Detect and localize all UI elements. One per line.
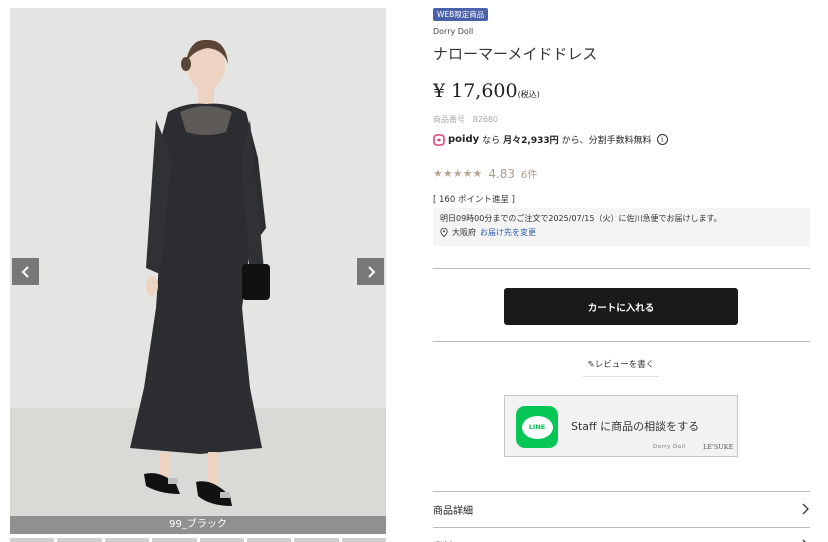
- product-price: ¥ 17,600(税込): [433, 80, 540, 102]
- thumbnail[interactable]: [294, 538, 339, 542]
- poidy-monthly: 月々2,933円: [503, 136, 559, 146]
- points-award: [ 160 ポイント進呈 ]: [433, 195, 515, 205]
- poidy-prefix: なら: [482, 136, 501, 146]
- poidy-logo-text: poidy: [448, 134, 480, 145]
- info-icon[interactable]: i: [656, 134, 668, 145]
- product-title: ナローマーメイドドレス: [433, 45, 598, 63]
- thumbnail[interactable]: [104, 538, 150, 542]
- gallery-next-button[interactable]: [357, 258, 384, 285]
- write-review-label: レビューを書く: [594, 360, 655, 370]
- thumbnail[interactable]: [199, 538, 244, 542]
- product-number-value: 82680: [472, 115, 499, 124]
- delivery-location: 大阪府 お届け先を変更: [440, 227, 803, 238]
- accordion-label: 素材: [433, 538, 453, 542]
- line-logo-text: LINE: [521, 415, 553, 439]
- thumbnail[interactable]: [341, 538, 386, 542]
- thumbnail-strip: [10, 538, 386, 542]
- poidy-logo-icon: [433, 133, 445, 146]
- line-banner-brand2: LE'SUKE: [703, 443, 734, 451]
- poidy-suffix: から、分割手数料無料: [561, 136, 652, 146]
- thumbnail[interactable]: [10, 538, 55, 542]
- chevron-right-icon: [802, 503, 809, 515]
- chevron-right-icon: [367, 265, 375, 278]
- delivery-prefecture: 大阪府: [452, 228, 476, 237]
- location-pin-icon: [440, 228, 448, 237]
- rating-value: 4.83: [488, 166, 516, 181]
- rating-summary[interactable]: ★★★★★ 4.83 6件: [433, 166, 538, 182]
- price-value: ¥ 17,600: [433, 80, 518, 102]
- pencil-icon: ✎: [587, 360, 595, 370]
- divider: [433, 268, 810, 269]
- accordion-product-details[interactable]: 商品詳細: [433, 491, 810, 527]
- poidy-installment: poidy なら 月々2,933円 から、分割手数料無料 i: [433, 133, 668, 146]
- product-image-gallery: 99_ブラック: [10, 8, 386, 534]
- brand-name[interactable]: Dorry Doll: [433, 27, 473, 36]
- add-to-cart-button[interactable]: カートに入れる: [504, 288, 738, 325]
- delivery-message: 明日09時00分までのご注文で2025/07/15（火）に佐川急便でお届けします…: [440, 214, 722, 223]
- rating-count: 6件: [521, 170, 538, 181]
- web-limited-badge: WEB限定商品: [433, 8, 489, 21]
- thumbnail[interactable]: [57, 538, 102, 542]
- product-number-label: 商品番号: [433, 115, 465, 124]
- chevron-left-icon: [21, 265, 29, 278]
- thumbnail[interactable]: [246, 538, 292, 542]
- accordion-material[interactable]: 素材: [433, 527, 810, 542]
- thumbnail[interactable]: [152, 538, 197, 542]
- line-staff-consult-banner[interactable]: LINE Staff に商品の相談をする Dorry Doll LE'SUKE: [504, 395, 738, 457]
- line-banner-brand1: Dorry Doll: [653, 444, 686, 450]
- color-caption: 99_ブラック: [10, 516, 386, 534]
- accordion-label: 商品詳細: [433, 505, 473, 517]
- write-review-link[interactable]: ✎レビューを書く: [583, 358, 659, 377]
- change-address-link[interactable]: お届け先を変更: [480, 227, 536, 238]
- delivery-info: 明日09時00分までのご注文で2025/07/15（火）に佐川急便でお届けします…: [433, 208, 810, 246]
- product-photo: [10, 8, 386, 534]
- rating-stars: ★★★★★: [433, 167, 483, 180]
- gallery-prev-button[interactable]: [12, 258, 39, 285]
- divider: [433, 341, 810, 342]
- line-banner-text: Staff に商品の相談をする: [571, 420, 700, 433]
- line-logo-icon: LINE: [516, 406, 558, 448]
- product-number: 商品番号 82680: [433, 114, 498, 125]
- price-tax-label: (税込): [517, 90, 540, 99]
